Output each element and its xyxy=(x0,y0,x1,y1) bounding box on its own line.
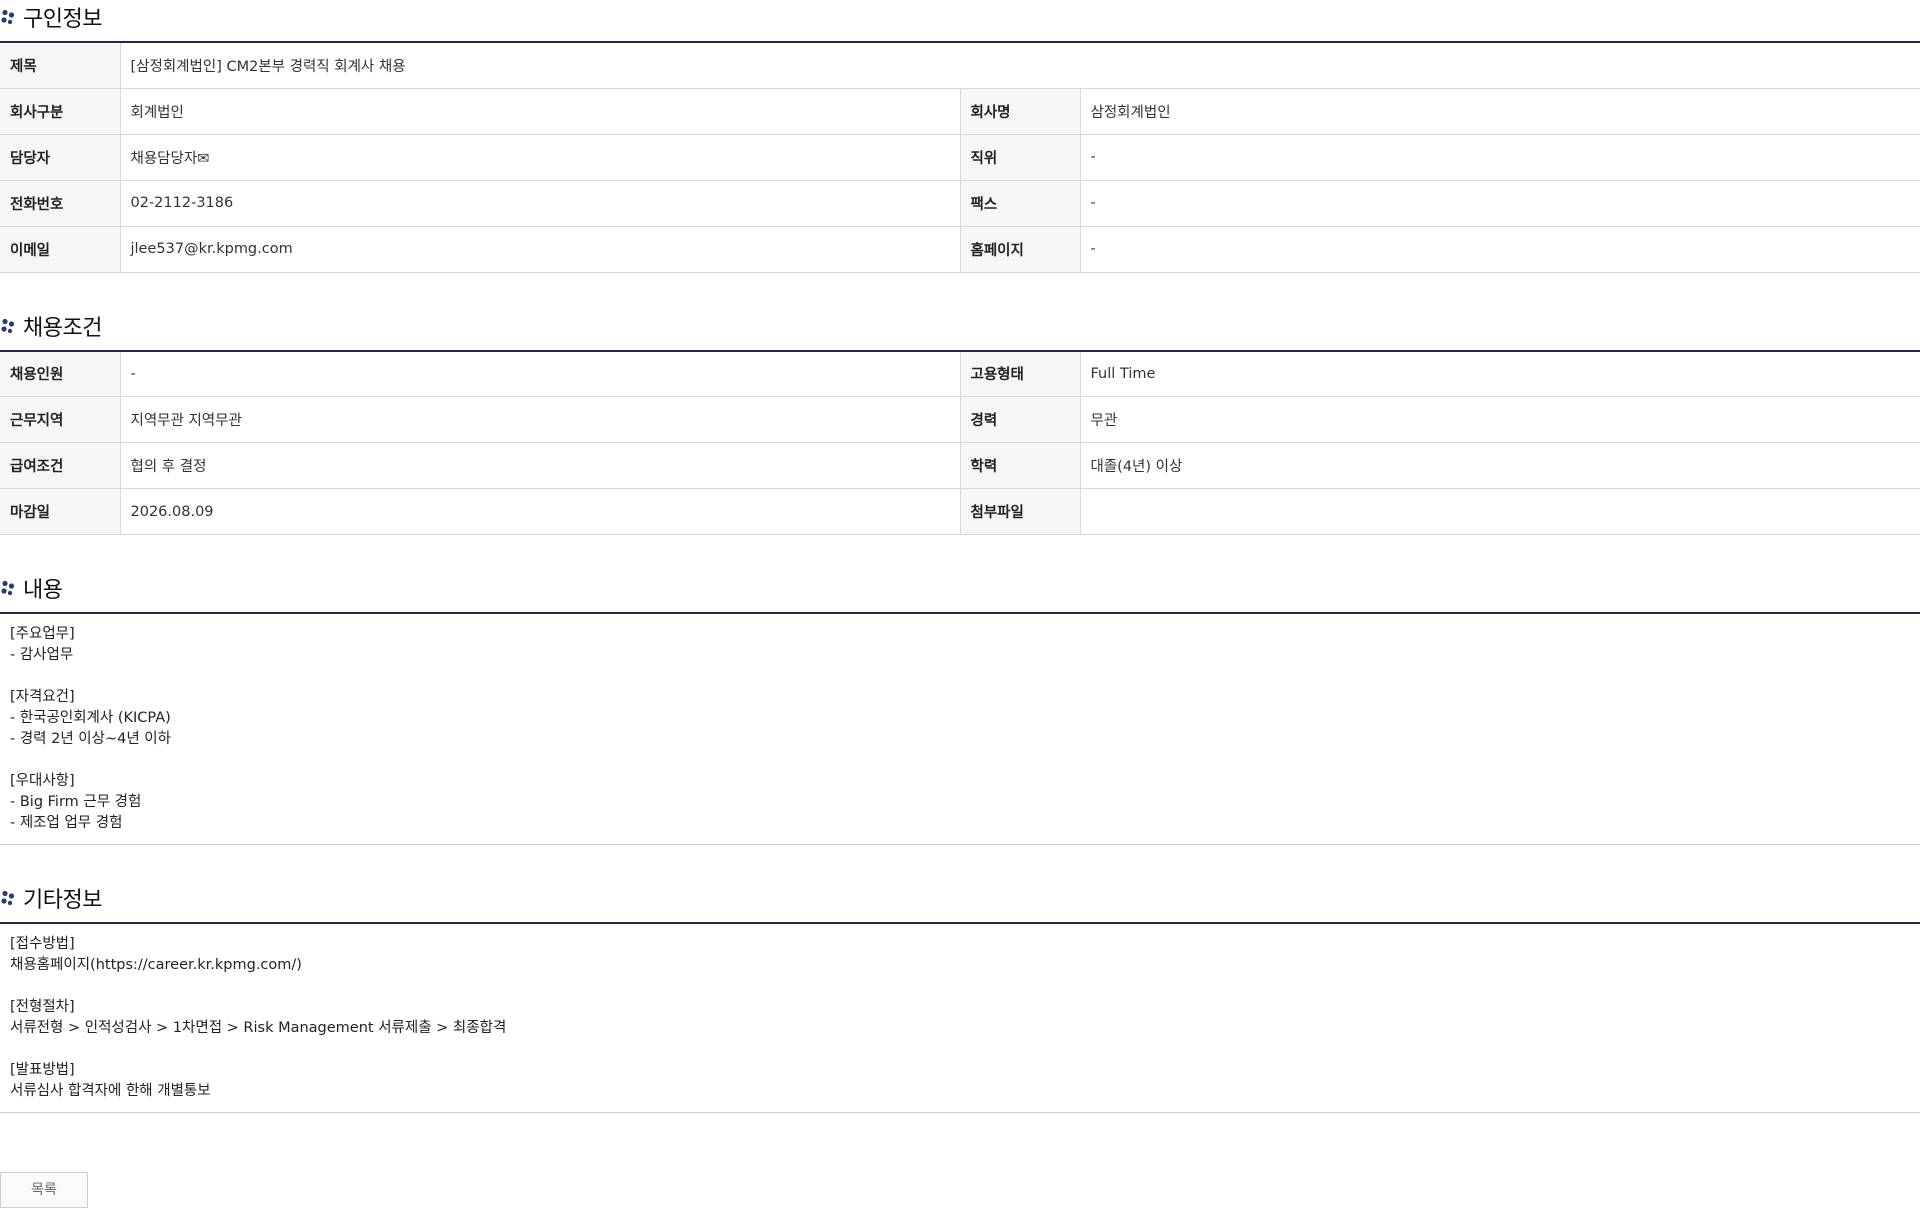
company-type-label: 회사구분 xyxy=(0,88,121,135)
deadline-label: 마감일 xyxy=(0,488,121,535)
content-box: [주요업무] - 감사업무 [자격요건] - 한국공인회계사 (KICPA) -… xyxy=(0,612,1920,845)
salary-label: 급여조건 xyxy=(0,442,121,489)
etc-line: [접수방법] xyxy=(10,936,75,952)
bullet-icon xyxy=(1,9,15,25)
bullet-icon xyxy=(1,890,15,906)
company-name-value: 삼정회계법인 xyxy=(1080,88,1920,135)
content-line: [우대사항] xyxy=(10,773,75,789)
headcount-label: 채용인원 xyxy=(0,350,121,397)
position-label: 직위 xyxy=(960,134,1081,181)
conditions-table: 채용인원 - 고용형태 Full Time 근무지역 지역무관 지역무관 경력 … xyxy=(0,349,1920,535)
attachment-label: 첨부파일 xyxy=(960,488,1081,535)
attachment-value xyxy=(1080,488,1920,535)
section-title-job-info: 구인정보 xyxy=(0,2,1920,32)
experience-value: 무관 xyxy=(1080,396,1920,443)
table-row: 근무지역 지역무관 지역무관 경력 무관 xyxy=(0,396,1920,443)
deadline-value: 2026.08.09 xyxy=(120,488,961,535)
section-heading: 내용 xyxy=(23,578,63,603)
section-title-etc: 기타정보 xyxy=(0,883,1920,913)
manager-value: 채용담당자 xyxy=(130,150,198,167)
company-type-value: 회계법인 xyxy=(120,88,961,135)
employment-type-label: 고용형태 xyxy=(960,350,1081,397)
table-row: 전화번호 02-2112-3186 팩스 - xyxy=(0,180,1920,227)
fax-value: - xyxy=(1080,180,1920,227)
section-heading: 구인정보 xyxy=(23,7,102,32)
headcount-value: - xyxy=(120,350,961,397)
phone-label: 전화번호 xyxy=(0,180,121,227)
content-line: - 감사업무 xyxy=(10,647,74,663)
content-line: - 경력 2년 이상~4년 이하 xyxy=(10,731,171,747)
email-value: jlee537@kr.kpmg.com xyxy=(120,226,961,273)
job-info-table: 제목 [삼정회계법인] CM2본부 경력직 회계사 채용 회사구분 회계법인 회… xyxy=(0,41,1920,273)
fax-label: 팩스 xyxy=(960,180,1081,227)
content-line: [자격요건] xyxy=(10,689,75,705)
bullet-icon xyxy=(1,580,15,596)
etc-line: 서류심사 합격자에 한해 개별통보 xyxy=(10,1083,211,1099)
location-label: 근무지역 xyxy=(0,396,121,443)
bullet-icon xyxy=(1,318,15,333)
list-button[interactable]: 목록 xyxy=(0,1172,88,1208)
table-row: 마감일 2026.08.09 첨부파일 xyxy=(0,488,1920,535)
title-label: 제목 xyxy=(0,42,121,89)
location-value: 지역무관 지역무관 xyxy=(120,396,961,443)
table-row: 회사구분 회계법인 회사명 삼정회계법인 xyxy=(0,88,1920,135)
homepage-label: 홈페이지 xyxy=(960,226,1081,273)
phone-value: 02-2112-3186 xyxy=(120,180,961,227)
section-heading: 채용조건 xyxy=(23,315,102,341)
email-label: 이메일 xyxy=(0,226,121,273)
etc-line: 채용홈페이지(https://career.kr.kpmg.com/) xyxy=(10,957,302,973)
education-value: 대졸(4년) 이상 xyxy=(1080,442,1920,489)
etc-box: [접수방법] 채용홈페이지(https://career.kr.kpmg.com… xyxy=(0,922,1920,1113)
manager-cell: 채용담당자✉ xyxy=(120,134,961,181)
table-row: 이메일 jlee537@kr.kpmg.com 홈페이지 - xyxy=(0,226,1920,273)
table-row: 제목 [삼정회계법인] CM2본부 경력직 회계사 채용 xyxy=(0,42,1920,89)
experience-label: 경력 xyxy=(960,396,1081,443)
homepage-value: - xyxy=(1080,226,1920,273)
content-line: - 제조업 업무 경험 xyxy=(10,815,123,831)
title-value: [삼정회계법인] CM2본부 경력직 회계사 채용 xyxy=(120,42,1920,89)
section-title-content: 내용 xyxy=(0,573,1920,603)
mail-icon[interactable]: ✉ xyxy=(197,151,209,167)
content-line: [주요업무] xyxy=(10,626,75,642)
section-heading: 기타정보 xyxy=(23,888,102,913)
salary-value: 협의 후 결정 xyxy=(120,442,961,489)
section-title-conditions: 채용조건 xyxy=(0,311,1920,341)
table-row: 채용인원 - 고용형태 Full Time xyxy=(0,350,1920,397)
page: 구인정보 제목 [삼정회계법인] CM2본부 경력직 회계사 채용 회사구분 회… xyxy=(0,2,1920,1208)
etc-line: [발표방법] xyxy=(10,1062,75,1078)
content-line: - 한국공인회계사 (KICPA) xyxy=(10,710,171,726)
education-label: 학력 xyxy=(960,442,1081,489)
employment-type-value: Full Time xyxy=(1080,350,1920,397)
content-line: - Big Firm 근무 경험 xyxy=(10,794,142,810)
company-name-label: 회사명 xyxy=(960,88,1081,135)
table-row: 담당자 채용담당자✉ 직위 - xyxy=(0,134,1920,181)
table-row: 급여조건 협의 후 결정 학력 대졸(4년) 이상 xyxy=(0,442,1920,489)
manager-label: 담당자 xyxy=(0,134,121,181)
position-value: - xyxy=(1080,134,1920,181)
etc-line: [전형절차] xyxy=(10,999,75,1015)
etc-line: 서류전형 > 인적성검사 > 1차면접 > Risk Management 서류… xyxy=(10,1020,507,1036)
